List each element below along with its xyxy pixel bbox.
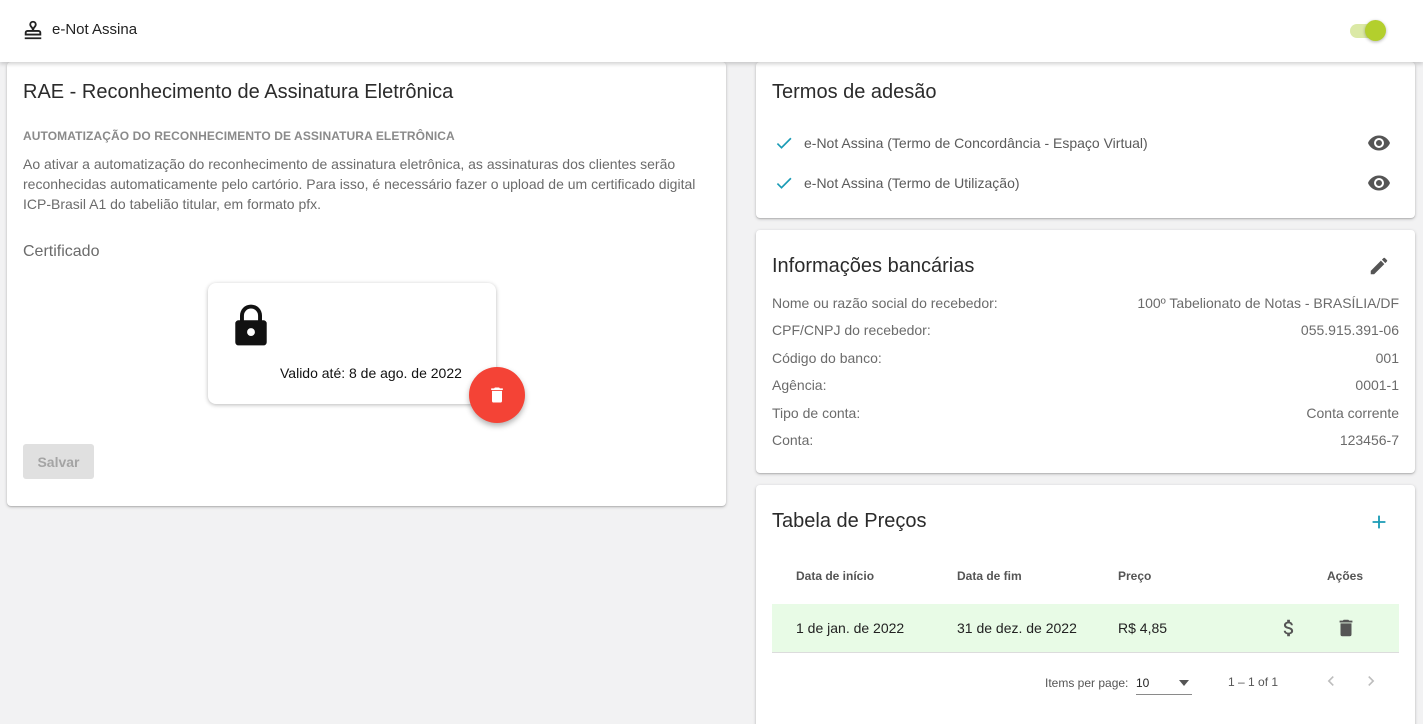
table-row: 1 de jan. de 2022 31 de dez. de 2022 R$ … bbox=[772, 604, 1399, 653]
bank-row-label: Agência: bbox=[772, 377, 827, 393]
terms-card: Termos de adesão e-Not Assina (Termo de … bbox=[756, 62, 1415, 218]
items-per-page-value: 10 bbox=[1136, 676, 1150, 690]
paginator: Items per page: 10 1 – 1 of 1 bbox=[756, 665, 1415, 697]
bank-row-label: Conta: bbox=[772, 432, 814, 448]
dollar-icon[interactable] bbox=[1278, 617, 1300, 639]
rae-card: RAE - Reconhecimento de Assinatura Eletr… bbox=[7, 62, 726, 506]
lock-icon bbox=[235, 304, 267, 346]
bank-title: Informações bancárias bbox=[772, 255, 975, 277]
bank-row-value: 055.915.391-06 bbox=[1300, 322, 1399, 338]
terms-title: Termos de adesão bbox=[772, 81, 937, 103]
eye-icon[interactable] bbox=[1366, 131, 1392, 155]
bank-row-value: Conta corrente bbox=[1306, 405, 1399, 421]
bank-row-value: 0001-1 bbox=[1355, 377, 1399, 393]
rae-title: RAE - Reconhecimento de Assinatura Eletr… bbox=[23, 81, 454, 103]
bank-row: Nome ou razão social do recebedor: 100º … bbox=[772, 295, 1399, 315]
items-per-page-label: Items per page: bbox=[1045, 676, 1129, 690]
term-item: e-Not Assina (Termo de Concordância - Es… bbox=[772, 131, 1402, 155]
top-toolbar: e-Not Assina bbox=[0, 0, 1423, 62]
bank-row-label: Código do banco: bbox=[772, 350, 882, 366]
bank-row: Código do banco: 001 bbox=[772, 350, 1399, 370]
cell-start-date: 1 de jan. de 2022 bbox=[796, 620, 905, 636]
chevron-right-icon[interactable] bbox=[1361, 671, 1381, 691]
check-icon bbox=[776, 137, 792, 149]
certificate-valid-until: Valido até: 8 de ago. de 2022 bbox=[280, 365, 462, 381]
bank-row: Conta: 123456-7 bbox=[772, 432, 1399, 452]
bank-info-card: Informações bancárias Nome ou razão soci… bbox=[756, 230, 1415, 473]
chevron-down-icon bbox=[1179, 680, 1189, 686]
bank-row: Tipo de conta: Conta corrente bbox=[772, 405, 1399, 425]
trash-icon bbox=[491, 387, 503, 403]
app-title: e-Not Assina bbox=[52, 21, 138, 38]
chevron-left-icon[interactable] bbox=[1321, 671, 1341, 691]
check-icon bbox=[776, 177, 792, 189]
page-range: 1 – 1 of 1 bbox=[1228, 675, 1279, 689]
prices-title: Tabela de Preços bbox=[772, 510, 927, 532]
bank-row: Agência: 0001-1 bbox=[772, 377, 1399, 397]
bank-row-label: CPF/CNPJ do recebedor: bbox=[772, 322, 931, 338]
theme-toggle[interactable] bbox=[1348, 20, 1386, 41]
automation-description: Ao ativar a automatização do reconhecime… bbox=[23, 156, 696, 212]
cell-price: R$ 4,85 bbox=[1118, 620, 1168, 636]
toggle-thumb bbox=[1365, 20, 1386, 41]
pencil-icon[interactable] bbox=[1368, 255, 1390, 277]
column-header-actions: Ações bbox=[1327, 569, 1364, 583]
bank-row-label: Tipo de conta: bbox=[772, 405, 861, 421]
bank-row-label: Nome ou razão social do recebedor: bbox=[772, 295, 998, 311]
term-label: e-Not Assina (Termo de Concordância - Es… bbox=[804, 135, 1148, 151]
trash-icon[interactable] bbox=[1335, 617, 1357, 639]
column-header-price: Preço bbox=[1118, 569, 1152, 583]
eye-icon[interactable] bbox=[1366, 171, 1392, 195]
plus-icon[interactable] bbox=[1368, 511, 1390, 533]
bank-row: CPF/CNPJ do recebedor: 055.915.391-06 bbox=[772, 322, 1399, 342]
column-header-start: Data de início bbox=[796, 569, 875, 583]
save-button[interactable]: Salvar bbox=[23, 444, 94, 479]
cell-end-date: 31 de dez. de 2022 bbox=[957, 620, 1077, 636]
term-item: e-Not Assina (Termo de Utilização) bbox=[772, 171, 1402, 195]
bank-row-value: 001 bbox=[1375, 350, 1399, 366]
bank-row-value: 100º Tabelionato de Notas - BRASÍLIA/DF bbox=[1137, 295, 1399, 311]
items-per-page-select[interactable]: 10 bbox=[1136, 673, 1192, 695]
bank-row-value: 123456-7 bbox=[1339, 432, 1399, 448]
automation-section-label: AUTOMATIZAÇÃO DO RECONHECIMENTO DE ASSIN… bbox=[23, 129, 455, 143]
price-table-card: Tabela de Preços Data de início Data de … bbox=[756, 485, 1415, 724]
certificate-label: Certificado bbox=[23, 243, 100, 260]
stamp-icon bbox=[24, 20, 42, 40]
column-header-end: Data de fim bbox=[957, 569, 1022, 583]
certificate-box: Valido até: 8 de ago. de 2022 bbox=[208, 283, 496, 404]
term-label: e-Not Assina (Termo de Utilização) bbox=[804, 175, 1020, 191]
delete-certificate-button[interactable] bbox=[469, 367, 525, 423]
